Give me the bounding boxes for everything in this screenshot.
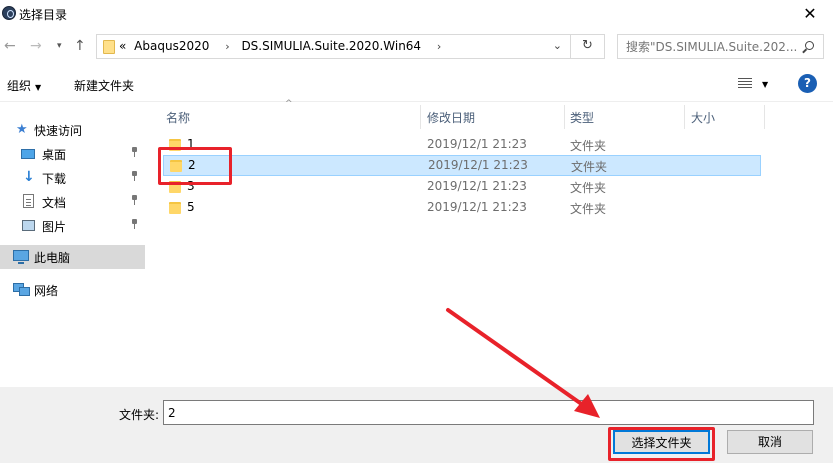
pin-icon[interactable] [131,147,138,157]
sidebar-item-label: 图片 [42,220,67,234]
sidebar-item-quick-access[interactable]: ★ 快速访问 [0,118,145,142]
sidebar-item-label: 此电脑 [34,251,71,265]
file-row[interactable]: 3 2019/12/1 21:23 文件夹 [163,177,761,198]
sidebar-item-label: 下载 [42,172,67,186]
forward-arrow-icon[interactable]: → [30,38,42,54]
column-header-size[interactable]: 大小 [691,109,715,126]
organize-label: 组织 [7,79,32,93]
address-bar[interactable]: « Abaqus2020 › DS.SIMULIA.Suite.2020.Win… [96,34,571,59]
folder-icon [169,202,181,214]
view-list-icon[interactable] [738,78,752,89]
computer-icon [13,250,29,264]
search-icon[interactable] [805,41,814,50]
back-arrow-icon[interactable]: ← [4,38,16,54]
column-header-modified[interactable]: 修改日期 [427,109,475,126]
close-button[interactable]: ✕ [787,0,833,30]
file-list: ^ 名称 修改日期 类型 大小 1 2019/12/1 21:23 文件夹 2 … [150,99,833,387]
new-folder-button[interactable]: 新建文件夹 [74,77,134,94]
folder-label: 文件夹: [119,408,160,422]
sidebar-item-label: 网络 [34,284,59,298]
file-row[interactable]: 1 2019/12/1 21:23 文件夹 [163,135,761,156]
cancel-button[interactable]: 取消 [727,430,813,454]
address-row: ← → ▾ ↑ « Abaqus2020 › DS.SIMULIA.Suite.… [0,30,833,66]
download-icon: ↓ [23,169,35,185]
folder-icon [103,40,115,54]
up-arrow-icon[interactable]: ↑ [74,38,86,54]
picture-icon [22,220,35,231]
column-divider[interactable] [764,105,765,129]
file-modified: 2019/12/1 21:23 [427,137,527,151]
file-type: 文件夹 [571,160,608,174]
column-header-type[interactable]: 类型 [570,109,594,126]
window-title: 选择目录 [19,8,68,22]
file-type: 文件夹 [570,139,607,153]
sidebar-item-network[interactable]: 网络 [0,278,145,302]
sidebar-item-pictures[interactable]: 图片 [0,214,145,238]
sidebar-item-desktop[interactable]: 桌面 [0,142,145,166]
sidebar-item-label: 文档 [42,196,67,210]
chevron-right-icon[interactable]: › [225,40,229,53]
document-icon [23,194,34,208]
breadcrumb-overflow[interactable]: « [119,39,126,53]
chevron-right-icon[interactable]: › [437,40,441,53]
pin-icon[interactable] [131,195,138,205]
sidebar-item-label: 快速访问 [34,124,83,138]
sidebar-item-this-pc[interactable]: 此电脑 [0,245,145,269]
help-icon[interactable]: ? [798,74,817,93]
app-icon [2,6,16,20]
file-name: 5 [187,200,195,214]
search-box[interactable] [617,34,824,59]
search-input[interactable] [618,35,798,58]
chevron-down-icon: ▼ [35,83,42,92]
pin-icon[interactable] [131,171,138,181]
recent-locations-chevron-icon[interactable]: ▾ [57,41,62,51]
file-type: 文件夹 [570,181,607,195]
desktop-icon [21,149,35,159]
chevron-down-icon[interactable]: ▼ [762,80,768,89]
navigation-pane: ★ 快速访问 桌面 ↓ 下载 文档 图片 此电脑 网络 [0,102,145,387]
breadcrumb-item[interactable]: Abaqus2020 [134,39,209,53]
chevron-down-icon[interactable]: ⌄ [553,39,562,52]
toolbar: 组织 ▼ 新建文件夹 ▼ ? [0,66,833,102]
column-header-name[interactable]: 名称 [166,109,190,126]
file-type: 文件夹 [570,202,607,216]
folder-field[interactable] [163,400,814,425]
file-modified: 2019/12/1 21:23 [428,158,528,172]
column-divider[interactable] [564,105,565,129]
breadcrumb: « Abaqus2020 › DS.SIMULIA.Suite.2020.Win… [119,39,449,53]
column-divider[interactable] [684,105,685,129]
annotation-highlight-folder [158,147,232,185]
file-row[interactable]: 5 2019/12/1 21:23 文件夹 [163,198,761,219]
organize-button[interactable]: 组织 ▼ [7,77,41,94]
refresh-button[interactable]: ↻ [571,34,605,59]
title-bar: 选择目录 ✕ [0,0,833,30]
file-modified: 2019/12/1 21:23 [427,200,527,214]
pin-icon[interactable] [131,219,138,229]
breadcrumb-item[interactable]: DS.SIMULIA.Suite.2020.Win64 [241,39,421,53]
network-icon [13,283,30,296]
column-divider[interactable] [420,105,421,129]
file-modified: 2019/12/1 21:23 [427,179,527,193]
sort-ascending-icon: ^ [285,99,293,109]
annotation-highlight-button [608,427,715,461]
file-row-selected[interactable]: 2 2019/12/1 21:23 文件夹 [163,155,761,176]
sidebar-item-downloads[interactable]: ↓ 下载 [0,166,145,190]
sidebar-item-documents[interactable]: 文档 [0,190,145,214]
sidebar-item-label: 桌面 [42,148,67,162]
star-icon: ★ [16,122,28,137]
